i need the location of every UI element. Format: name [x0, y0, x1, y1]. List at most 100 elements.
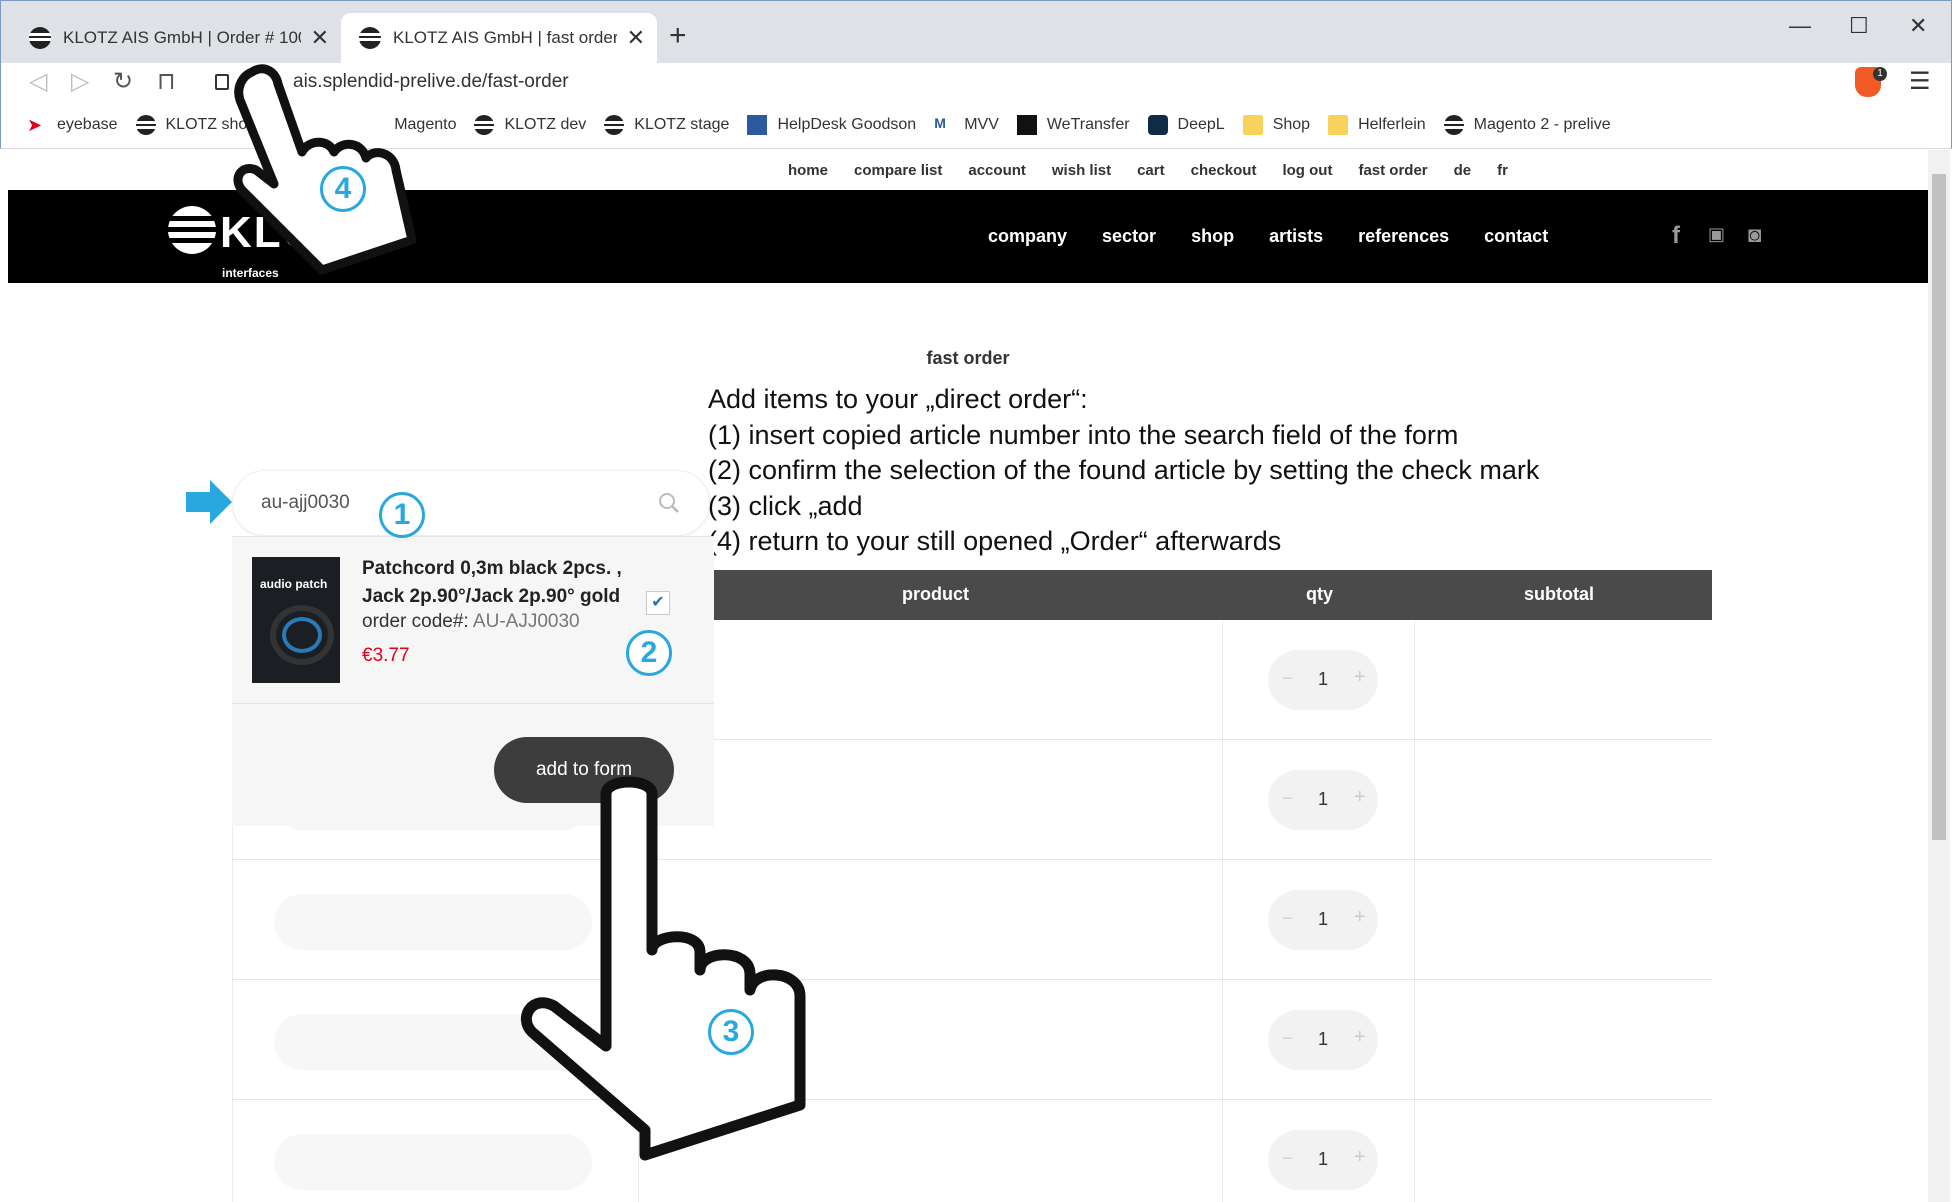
nav-cart[interactable]: cart	[1137, 162, 1165, 179]
nav-account[interactable]: account	[968, 162, 1026, 179]
tab-strip: KLOTZ AIS GmbH | Order # 100000 ✕ KLOTZ …	[1, 1, 1951, 63]
nav-references[interactable]: references	[1358, 226, 1449, 247]
col-subtotal: subtotal	[1524, 584, 1594, 604]
quantity-stepper[interactable]: −1 +	[1268, 890, 1378, 950]
nav-company[interactable]: company	[988, 226, 1067, 247]
search-box[interactable]	[232, 470, 710, 536]
lang-fr[interactable]: fr	[1497, 162, 1508, 179]
quantity-stepper[interactable]: −1 +	[1268, 650, 1378, 710]
minimize-button[interactable]: —	[1789, 13, 1811, 39]
tab-label: KLOTZ AIS GmbH | fast order	[393, 28, 617, 47]
step-badge-1: 1	[379, 492, 425, 538]
col-qty: qty	[1306, 584, 1333, 604]
tab-label: KLOTZ AIS GmbH | Order # 100000	[63, 28, 301, 47]
quantity-stepper[interactable]: −1 +	[1268, 770, 1378, 830]
bookmark-eyebase[interactable]: ➤ eyebase	[27, 115, 118, 135]
quantity-stepper[interactable]: −1 +	[1268, 1130, 1378, 1190]
table-row: −1 +	[232, 980, 1712, 1100]
lang-de[interactable]: de	[1454, 162, 1472, 179]
plus-icon[interactable]: +	[1354, 1026, 1366, 1049]
bookmark-magento-2[interactable]: Magento 2 - prelive	[1443, 115, 1611, 135]
close-tab-icon[interactable]: ✕	[627, 25, 645, 51]
reload-icon[interactable]: ↻	[113, 67, 133, 96]
table-row: −1 +	[232, 860, 1712, 980]
plus-icon[interactable]: +	[1354, 906, 1366, 929]
bookmark-klotz-dev[interactable]: KLOTZ dev	[474, 115, 586, 135]
arrow-right-icon	[186, 480, 232, 524]
globe-icon	[29, 27, 51, 49]
col-product: product	[902, 584, 969, 604]
instruction-line: (4) return to your still opened „Order“ …	[708, 526, 1282, 556]
plus-icon[interactable]: +	[1354, 1146, 1366, 1169]
instruction-line: Add items to your „direct order“:	[708, 384, 1088, 414]
pointing-hand-icon	[521, 776, 806, 1161]
minus-icon[interactable]: −	[1282, 668, 1293, 689]
quantity-stepper[interactable]: −1 +	[1268, 1010, 1378, 1070]
bookmark-mvv[interactable]: M MVV	[934, 115, 999, 135]
minus-icon[interactable]: −	[1282, 1148, 1293, 1169]
tab-fast-order[interactable]: KLOTZ AIS GmbH | fast order ✕	[341, 13, 657, 63]
nav-wish-list[interactable]: wish list	[1052, 162, 1111, 179]
product-image-label: audio patch	[260, 577, 328, 591]
close-tab-icon[interactable]: ✕	[311, 25, 329, 51]
minus-icon[interactable]: −	[1282, 908, 1293, 929]
search-input[interactable]	[261, 471, 641, 535]
maximize-button[interactable]: ☐	[1849, 13, 1869, 39]
step-badge-4: 4	[320, 166, 366, 212]
youtube-icon[interactable]: ▣	[1708, 224, 1725, 245]
nav-checkout[interactable]: checkout	[1191, 162, 1257, 179]
nav-compare-list[interactable]: compare list	[854, 162, 942, 179]
tab-order[interactable]: KLOTZ AIS GmbH | Order # 100000 ✕	[11, 13, 341, 63]
nav-artists[interactable]: artists	[1269, 226, 1323, 247]
close-window-button[interactable]: ✕	[1909, 13, 1927, 39]
deepl-icon	[1147, 115, 1168, 135]
eyebase-icon: ➤	[27, 115, 43, 135]
shield-count-badge: 1	[1873, 67, 1887, 81]
search-icon[interactable]	[657, 491, 681, 515]
nav-sector[interactable]: sector	[1102, 226, 1156, 247]
bookmark-shop[interactable]: Shop	[1242, 115, 1310, 135]
bookmark-deepl[interactable]: DeepL	[1147, 115, 1225, 135]
nav-fast-order[interactable]: fast order	[1358, 162, 1427, 179]
bookmark-helpdesk[interactable]: HelpDesk Goodson	[747, 115, 916, 135]
plus-icon[interactable]: +	[1354, 666, 1366, 689]
minus-icon[interactable]: −	[1282, 1028, 1293, 1049]
product-code: order code#: AU-AJJ0030	[362, 611, 580, 632]
globe-icon	[604, 115, 625, 135]
plus-icon[interactable]: +	[1354, 786, 1366, 809]
nav-shop[interactable]: shop	[1191, 226, 1234, 247]
facebook-icon[interactable]: f	[1672, 222, 1680, 250]
page-title: fast order	[926, 348, 1010, 368]
select-checkbox[interactable]: ✔	[646, 591, 670, 615]
instructions: Add items to your „direct order“: (1) in…	[708, 382, 1539, 560]
minus-icon[interactable]: −	[1282, 788, 1293, 809]
scrollbar-thumb[interactable]	[1932, 174, 1946, 840]
pointing-hand-icon	[233, 64, 417, 275]
menu-icon[interactable]: ☰	[1909, 67, 1931, 96]
nav-home[interactable]: home	[788, 162, 828, 179]
nav-contact[interactable]: contact	[1484, 226, 1548, 247]
main-navigation: company sector shop artists references c…	[988, 190, 1583, 283]
scrollbar[interactable]	[1928, 150, 1950, 1202]
product-image: audio patch	[252, 557, 340, 683]
page-content: home compare list account wish list cart…	[8, 150, 1928, 1202]
instagram-icon[interactable]: ◙	[1748, 222, 1761, 248]
instruction-line: (3) click „add	[708, 490, 863, 521]
globe-icon	[474, 115, 495, 135]
wetransfer-icon	[1016, 115, 1037, 135]
new-tab-button[interactable]: +	[669, 19, 687, 53]
back-icon[interactable]: ◁	[29, 67, 47, 96]
bookmark-helferlein[interactable]: Helferlein	[1328, 115, 1426, 135]
forward-icon[interactable]: ▷	[71, 67, 89, 96]
nav-log-out[interactable]: log out	[1282, 162, 1332, 179]
instruction-line: (2) confirm the selection of the found a…	[708, 455, 1540, 485]
logo-mark	[168, 206, 216, 254]
globe-icon	[135, 115, 156, 135]
step-badge-3: 3	[708, 1009, 754, 1055]
address-bar[interactable]: ais.splendid-prelive.de/fast-order	[197, 63, 1837, 101]
bookmark-klotz-stage[interactable]: KLOTZ stage	[604, 115, 729, 135]
mvv-icon: M	[934, 115, 946, 131]
folder-icon	[1328, 115, 1349, 135]
bookmark-wetransfer[interactable]: WeTransfer	[1016, 115, 1130, 135]
bookmark-icon[interactable]: ⊓	[157, 67, 176, 96]
